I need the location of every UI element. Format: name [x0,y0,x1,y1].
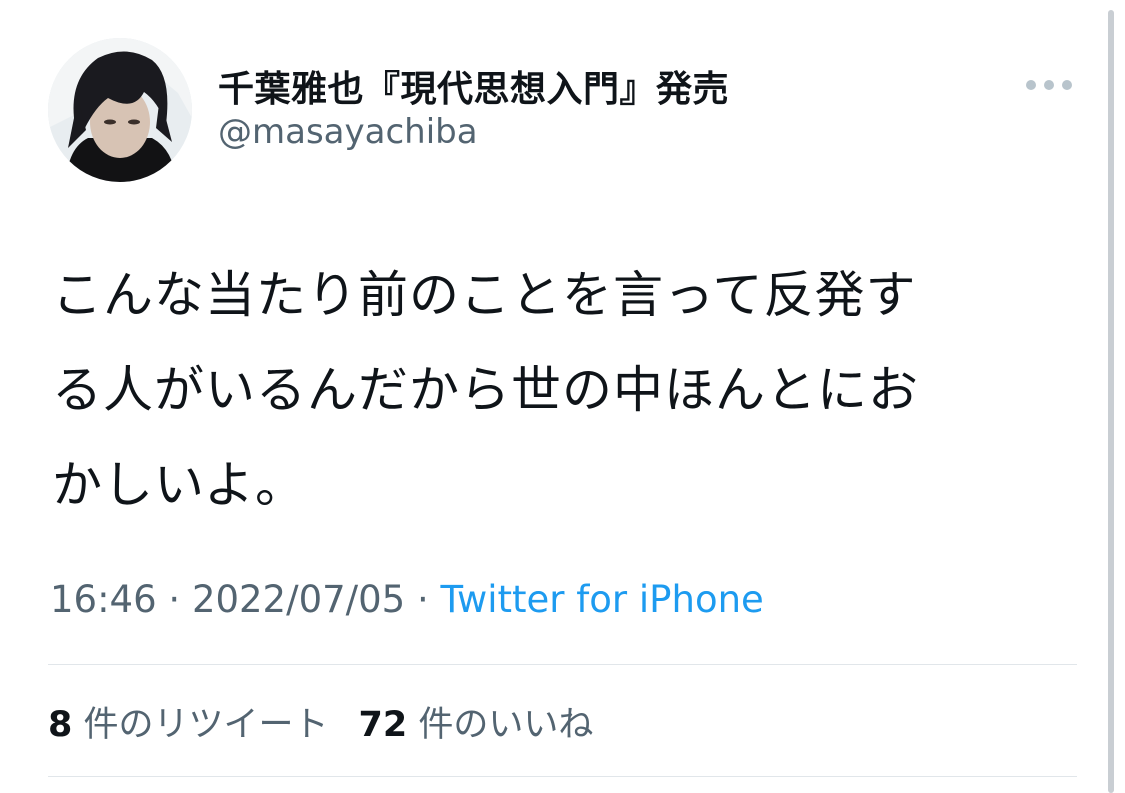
tweet-time[interactable]: 16:46 [50,578,157,621]
more-options-button[interactable] [1026,70,1072,100]
tweet-detail: 千葉雅也『現代思想入門』発売 @masayachiba こんな当たり前のことを言… [0,0,1125,793]
tweet-source-link[interactable]: Twitter for iPhone [441,578,764,621]
more-horizontal-icon [1026,80,1036,90]
avatar[interactable] [48,38,192,182]
engagement-stats: 8 件のリツイート 72 件のいいね [48,696,593,747]
avatar-photo [48,38,192,182]
meta-separator: · [405,578,441,621]
divider [48,664,1077,665]
user-handle[interactable]: @masayachiba [218,112,478,152]
more-horizontal-icon [1044,80,1054,90]
tweet-text: こんな当たり前のことを言って反発す る人がいるんだから世の中ほんとにお かしいよ… [52,266,919,514]
likes-stat[interactable]: 72 件のいいね [359,705,594,745]
retweet-count: 8 [48,705,73,745]
divider [48,776,1077,777]
tweet-date[interactable]: 2022/07/05 [192,578,405,621]
like-count: 72 [358,705,408,745]
display-name[interactable]: 千葉雅也『現代思想入門』発売 [218,60,729,112]
meta-separator: · [156,578,192,621]
retweet-label: 件のリツイート [72,705,329,745]
scrollbar[interactable] [1108,10,1114,793]
more-horizontal-icon [1062,80,1072,90]
like-label: 件のいいね [407,705,594,745]
tweet-metadata: 16:46 · 2022/07/05 · Twitter for iPhone [50,578,764,621]
retweets-stat[interactable]: 8 件のリツイート [48,705,329,745]
